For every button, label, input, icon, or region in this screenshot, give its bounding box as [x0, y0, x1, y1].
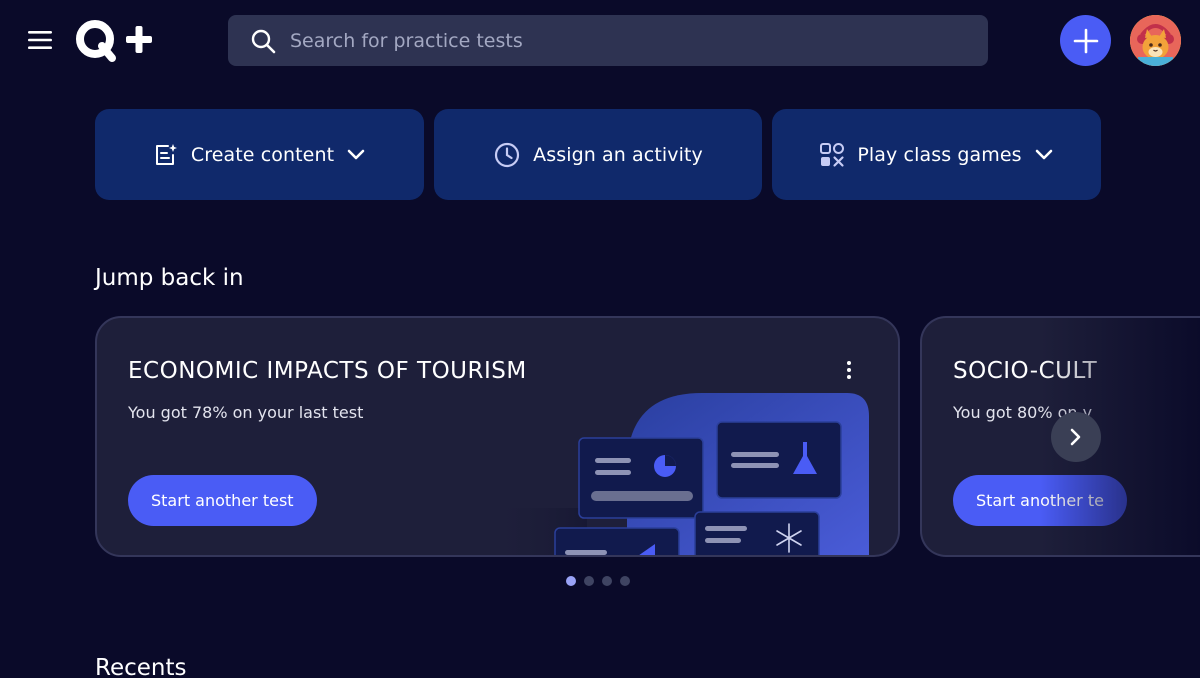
create-content-button[interactable]: Create content — [95, 109, 424, 200]
quizlet-plus-logo[interactable] — [74, 18, 154, 62]
chevron-down-icon — [347, 149, 365, 159]
recents-heading: Recents — [95, 655, 187, 678]
start-another-test-button[interactable]: Start another te — [953, 475, 1127, 526]
search-icon — [251, 29, 276, 53]
practice-test-illustration — [487, 393, 869, 555]
jump-back-in-heading: Jump back in — [95, 265, 244, 291]
assign-activity-button[interactable]: Assign an activity — [434, 109, 762, 200]
pagination-dot[interactable] — [620, 576, 630, 586]
class-games-icon — [820, 142, 845, 167]
create-content-icon — [155, 143, 177, 165]
menu-button[interactable] — [24, 24, 56, 56]
card-title: ECONOMIC IMPACTS OF TOURISM — [128, 358, 527, 384]
carousel-pagination — [566, 576, 630, 586]
card-options-button[interactable] — [837, 358, 861, 382]
assign-activity-label: Assign an activity — [533, 143, 703, 166]
add-button[interactable] — [1060, 15, 1111, 66]
card-title: SOCIO-CULT — [953, 358, 1098, 384]
jump-back-card[interactable]: ECONOMIC IMPACTS OF TOURISM You got 78% … — [95, 316, 900, 557]
clock-icon — [495, 142, 520, 167]
hamburger-menu-icon — [28, 31, 52, 49]
search-input[interactable] — [290, 15, 988, 66]
pagination-dot[interactable] — [602, 576, 612, 586]
chevron-down-icon — [1035, 149, 1052, 159]
play-class-games-button[interactable]: Play class games — [772, 109, 1101, 200]
card-score: You got 78% on your last test — [128, 403, 364, 422]
search-bar[interactable] — [228, 15, 988, 66]
start-another-test-button[interactable]: Start another test — [128, 475, 317, 526]
plus-icon — [1073, 28, 1098, 53]
play-class-games-label: Play class games — [857, 143, 1022, 166]
chevron-right-icon — [1070, 428, 1081, 446]
user-avatar[interactable] — [1130, 15, 1181, 66]
carousel-next-button[interactable] — [1051, 412, 1101, 462]
pagination-dot[interactable] — [566, 576, 576, 586]
home-page: Create content Assign an activity Play c… — [0, 0, 1200, 678]
more-vertical-icon — [847, 361, 851, 379]
pagination-dot[interactable] — [584, 576, 594, 586]
cat-avatar-icon — [1130, 15, 1181, 66]
create-content-label: Create content — [190, 143, 335, 166]
